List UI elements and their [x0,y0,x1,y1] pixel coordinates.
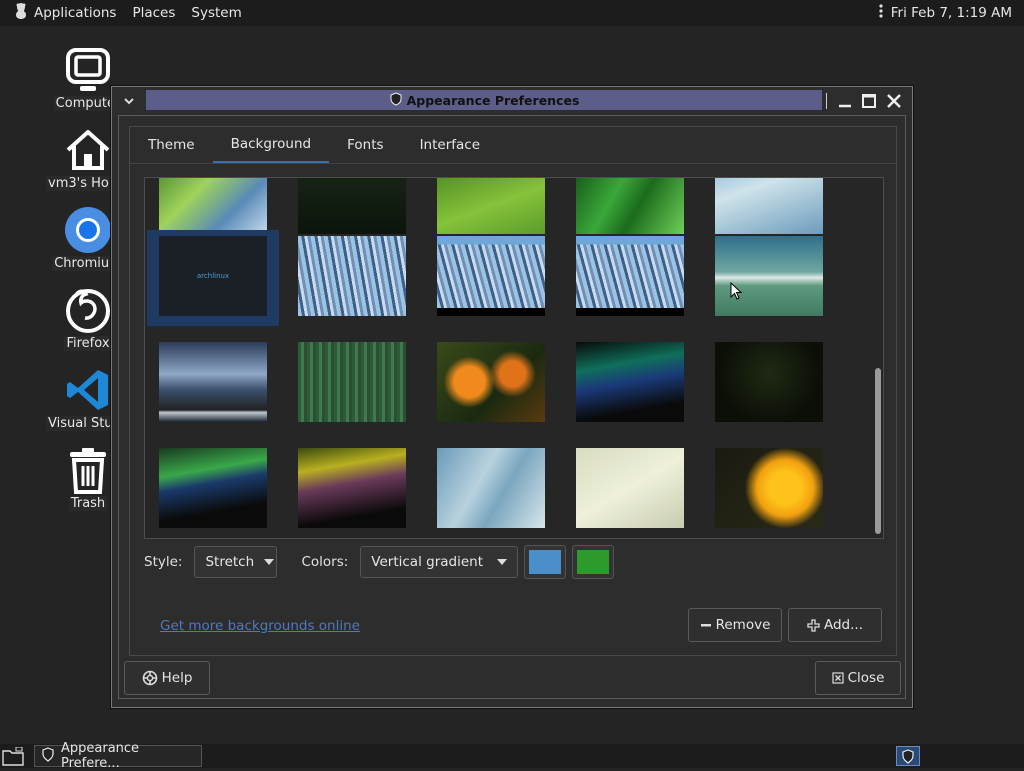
tab-interface[interactable]: Interface [402,127,498,163]
shield-icon [902,748,914,764]
colors-value: Vertical gradient [371,554,483,570]
places-menu[interactable]: Places [124,0,183,26]
remove-button[interactable]: Remove [688,608,782,642]
shield-icon [41,746,55,766]
wallpaper-thumbnail[interactable] [715,178,823,234]
wallpaper-thumbnail[interactable] [298,448,406,528]
close-window-button[interactable] [883,90,905,112]
help-label: Help [161,670,193,686]
title-strip[interactable]: Appearance Preferences [146,90,822,110]
vscode-icon [64,366,112,414]
home-icon [64,126,112,174]
firefox-icon [64,286,112,334]
trash-icon [64,446,112,494]
selected-thumbnail-text: archlinux [196,272,230,280]
wallpaper-thumbnail[interactable] [576,342,684,422]
appearance-preferences-window: Appearance Preferences Theme Background … [111,86,913,708]
gallery-scrollbar[interactable] [873,178,883,538]
add-label: Add... [823,617,863,633]
wallpaper-thumbnail[interactable] [159,342,267,422]
style-label: Style: [144,554,183,570]
style-row: Style: Stretch Colors: Vertical gradient [144,545,615,579]
wallpaper-thumbnail[interactable] [576,448,684,528]
add-button[interactable]: Add... [788,608,882,642]
wallpaper-thumbnail[interactable] [437,448,545,528]
wallpaper-thumbnail[interactable] [715,448,823,528]
tab-background-label: Background [230,136,312,152]
tab-background[interactable]: Background [212,127,330,163]
computer-icon [64,46,112,94]
help-lifebuoy-icon [142,670,158,686]
close-button[interactable]: Close [815,661,901,695]
minus-icon [700,619,712,631]
close-icon [832,672,844,684]
tab-bar: Theme Background Fonts Interface [130,127,498,163]
dropdown-arrow-icon [497,559,508,565]
clock-applet[interactable]: Fri Feb 7, 1:19 AM [879,3,1024,23]
clock-text: Fri Feb 7, 1:19 AM [890,5,1012,21]
wallpaper-thumbnail[interactable] [437,178,545,234]
wallpaper-thumbnail[interactable] [437,236,545,316]
bottom-taskbar: Appearance Prefere... [0,741,1024,771]
get-more-backgrounds-link[interactable]: Get more backgrounds online [160,618,360,634]
desktop-label-trash: Trash [68,496,108,511]
top-panel: Applications Places System Fri Feb 7, 1:… [0,0,1024,26]
wallpaper-thumbnail[interactable] [159,448,267,528]
tab-theme-label: Theme [148,137,195,153]
remove-label: Remove [715,617,771,633]
help-button[interactable]: Help [124,661,210,695]
titlebar-separator [826,93,827,109]
workspace-switcher[interactable] [896,746,920,766]
wallpaper-thumbnail[interactable] [715,342,823,422]
titlebar[interactable]: Appearance Preferences [112,87,912,115]
primary-color-button[interactable] [524,545,567,579]
wallpaper-thumbnail[interactable] [298,178,406,234]
wallpaper-thumbnail[interactable] [715,236,823,316]
wallpaper-thumbnail[interactable] [298,236,406,316]
applications-menu[interactable]: Applications [0,0,124,26]
taskbar-item-appearance[interactable]: Appearance Prefere... [34,741,202,771]
taskbar-item-label: Appearance Prefere... [61,741,140,771]
background-gallery[interactable]: archlinux [144,177,884,539]
wallpaper-thumbnail-selected[interactable]: archlinux [159,236,267,316]
tab-interface-label: Interface [419,137,481,153]
window-menu-button[interactable] [118,91,140,111]
scrollbar-thumb[interactable] [875,368,881,534]
applications-label: Applications [34,5,117,21]
plus-icon [807,618,820,632]
close-label: Close [847,670,885,686]
mouse-pointer-icon [730,281,743,304]
kebab-icon [879,3,883,23]
colors-dropdown[interactable]: Vertical gradient [360,546,519,578]
system-label: System [191,5,242,21]
minimize-button[interactable] [834,90,856,112]
style-value: Stretch [205,554,255,570]
tab-fonts[interactable]: Fonts [329,127,401,163]
chromium-icon [64,206,112,254]
wallpaper-thumbnail[interactable] [159,178,267,234]
tab-fonts-label: Fonts [347,137,384,153]
secondary-color-button[interactable] [572,545,615,579]
wallpaper-thumbnail[interactable] [576,236,684,316]
secondary-color-swatch [577,550,610,574]
wallpaper-thumbnail[interactable] [576,178,684,234]
colors-label: Colors: [301,554,349,570]
show-desktop-icon[interactable] [2,746,24,770]
gnome-foot-icon [12,2,30,24]
wallpaper-thumbnail[interactable] [298,342,406,422]
preferences-notebook: Theme Background Fonts Interface archlin… [129,126,897,656]
shield-icon [389,91,403,109]
desktop-label-firefox: Firefox [64,336,112,351]
primary-color-swatch [529,550,562,574]
style-dropdown[interactable]: Stretch [194,546,278,578]
tab-divider [130,163,896,164]
places-label: Places [132,5,176,21]
system-menu[interactable]: System [183,0,249,26]
tab-theme[interactable]: Theme [130,127,213,163]
dropdown-arrow-icon [264,559,275,565]
window-title: Appearance Preferences [406,92,580,108]
wallpaper-thumbnail[interactable] [437,342,545,422]
maximize-button[interactable] [858,90,880,112]
